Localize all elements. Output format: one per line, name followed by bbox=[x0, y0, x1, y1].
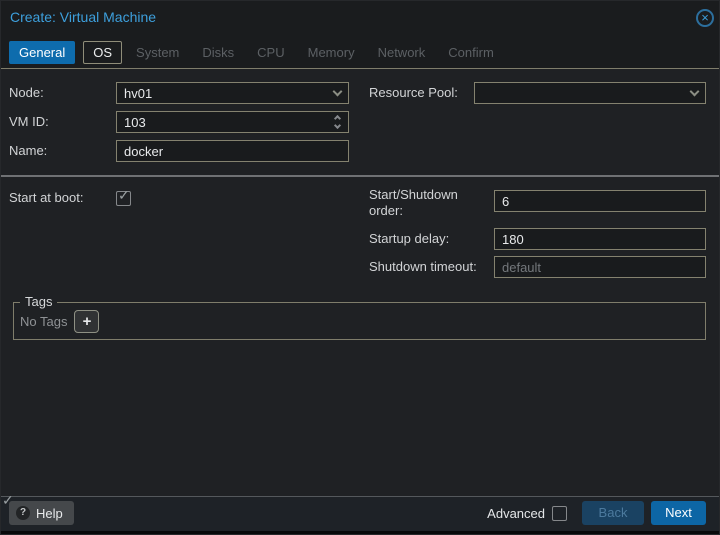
wizard-tabbar: General OS System Disks CPU Memory Netwo… bbox=[9, 40, 711, 64]
tags-body: No Tags + bbox=[14, 303, 705, 339]
resource-pool-combo bbox=[474, 82, 706, 104]
tab-network: Network bbox=[377, 44, 426, 60]
vm-id-input[interactable] bbox=[117, 112, 326, 132]
node-combo bbox=[116, 82, 349, 104]
shutdown-timeout-label: Shutdown timeout: bbox=[369, 259, 477, 274]
spinner-down-icon bbox=[333, 121, 341, 130]
advanced-label: Advanced bbox=[487, 505, 545, 521]
name-label: Name: bbox=[9, 143, 48, 158]
tab-memory: Memory bbox=[307, 44, 355, 60]
tags-legend: Tags bbox=[20, 294, 58, 309]
start-at-boot-checkbox[interactable]: ✓ bbox=[116, 187, 131, 206]
tab-os[interactable]: OS bbox=[83, 40, 123, 64]
no-tags-text: No Tags bbox=[20, 313, 68, 329]
start-shutdown-order-label: Start/Shutdown order: bbox=[369, 187, 458, 218]
node-label: Node: bbox=[9, 85, 44, 100]
start-at-boot-label: Start at boot: bbox=[9, 190, 84, 205]
help-button-label: Help bbox=[36, 505, 63, 521]
tab-cpu: CPU bbox=[257, 44, 285, 60]
shutdown-timeout-input[interactable] bbox=[495, 257, 705, 277]
startup-delay-label: Startup delay: bbox=[369, 231, 450, 246]
plus-icon: + bbox=[82, 312, 92, 330]
dialog-footer: ? Help Advanced ✓ Back Next bbox=[1, 492, 719, 534]
check-icon: ✓ bbox=[2, 492, 14, 508]
next-button[interactable]: Next bbox=[651, 501, 706, 525]
general-tab-panel: Node: Resource Pool: VM ID: Name: bbox=[1, 68, 719, 496]
help-circle-icon: ? bbox=[16, 506, 30, 520]
tab-disks: Disks bbox=[202, 44, 235, 60]
footer-actions: Advanced ✓ Back Next bbox=[2, 492, 706, 525]
startup-delay-field bbox=[494, 228, 706, 250]
shutdown-timeout-field bbox=[494, 256, 706, 278]
check-icon: ✓ bbox=[118, 187, 130, 203]
help-button[interactable]: ? Help bbox=[9, 501, 74, 525]
startup-delay-input[interactable] bbox=[495, 229, 705, 249]
tab-confirm: Confirm bbox=[448, 44, 494, 60]
advanced-checkbox[interactable]: ✓ bbox=[2, 492, 567, 521]
close-icon[interactable]: × bbox=[696, 9, 714, 27]
add-tag-button[interactable]: + bbox=[74, 309, 100, 333]
start-shutdown-order-input[interactable] bbox=[495, 191, 705, 211]
advanced-section-separator bbox=[1, 175, 719, 177]
close-x-glyph: × bbox=[701, 10, 709, 25]
name-input[interactable] bbox=[117, 141, 348, 161]
chevron-down-icon bbox=[689, 86, 699, 97]
vm-id-label: VM ID: bbox=[9, 114, 49, 129]
tab-system: System bbox=[136, 44, 180, 60]
start-shutdown-order-field bbox=[494, 190, 706, 212]
vm-id-spin-buttons[interactable] bbox=[326, 112, 348, 132]
chevron-down-icon bbox=[332, 86, 342, 97]
resource-pool-label: Resource Pool: bbox=[369, 85, 458, 100]
create-vm-dialog: Create: Virtual Machine × General OS Sys… bbox=[0, 0, 720, 535]
vm-id-spinner bbox=[116, 111, 349, 133]
dialog-title: Create: Virtual Machine bbox=[10, 9, 157, 25]
node-input[interactable] bbox=[117, 83, 326, 103]
name-field bbox=[116, 140, 349, 162]
node-dropdown-trigger[interactable] bbox=[326, 83, 348, 103]
back-button[interactable]: Back bbox=[582, 501, 644, 525]
tab-general[interactable]: General bbox=[9, 40, 76, 64]
resource-pool-dropdown-trigger[interactable] bbox=[683, 83, 705, 103]
resource-pool-input[interactable] bbox=[475, 83, 683, 103]
tags-fieldset: Tags No Tags + bbox=[13, 294, 706, 340]
